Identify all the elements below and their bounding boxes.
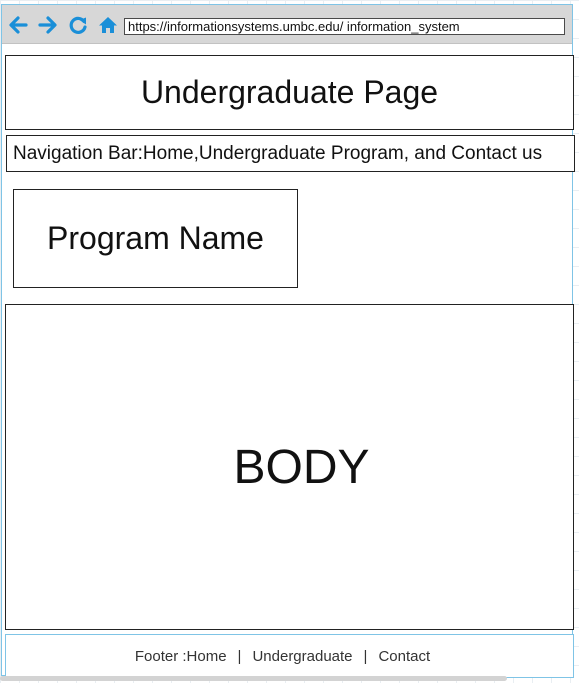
refresh-button[interactable] (67, 14, 89, 36)
page-footer: Footer : Home | Undergraduate | Contact (5, 634, 574, 678)
home-button[interactable] (97, 14, 119, 36)
footer-link-undergraduate[interactable]: Undergraduate (252, 648, 352, 665)
body-label: BODY (233, 440, 370, 494)
footer-prefix: Footer : (134, 647, 187, 665)
page-title: Undergraduate Page (140, 74, 439, 110)
address-bar[interactable]: https://informationsystems.umbc.edu/ inf… (124, 18, 565, 35)
back-button[interactable] (7, 14, 29, 36)
browser-window: https://informationsystems.umbc.edu/ inf… (1, 4, 575, 678)
page-header: Undergraduate Page (5, 55, 574, 130)
horizontal-scrollbar[interactable] (0, 676, 507, 681)
browser-toolbar: https://informationsystems.umbc.edu/ inf… (2, 5, 572, 44)
navigation-bar-text: Navigation Bar:Home,Undergraduate Progra… (13, 142, 543, 164)
footer-link-contact[interactable]: Contact (378, 648, 430, 665)
forward-button[interactable] (37, 14, 59, 36)
footer-separator: | (237, 647, 242, 665)
footer-separator: | (363, 647, 368, 665)
footer-link-home[interactable]: Home (187, 648, 227, 665)
refresh-icon (69, 16, 87, 34)
forward-icon (38, 16, 57, 34)
home-icon (99, 17, 117, 33)
navigation-bar[interactable]: Navigation Bar:Home,Undergraduate Progra… (6, 135, 575, 172)
back-icon (9, 16, 28, 34)
page-body: BODY (5, 304, 574, 630)
program-name-box: Program Name (13, 189, 298, 288)
program-name: Program Name (47, 220, 264, 256)
